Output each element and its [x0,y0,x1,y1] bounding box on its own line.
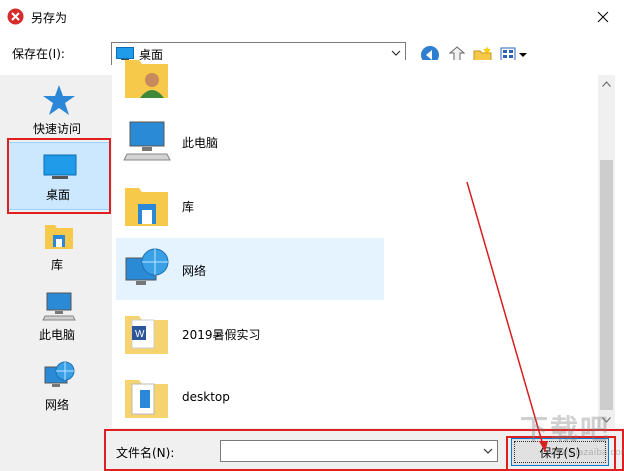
scroll-up-button[interactable] [598,75,615,92]
library-icon [45,225,73,249]
star-icon [43,85,75,115]
file-name: 此电脑 [182,136,219,150]
network-icon [44,361,75,387]
computer-icon [42,292,76,321]
place-this-pc[interactable]: 此电脑 [7,283,110,351]
list-item[interactable]: 库 [116,174,384,236]
list-item[interactable] [116,60,384,108]
network-icon [125,248,169,285]
file-name: 网络 [182,264,207,278]
scroll-thumb[interactable] [600,160,613,410]
document-folder-icon [125,380,168,418]
svg-text:W: W [135,329,145,340]
window-title: 另存为 [31,11,68,25]
chevron-down-icon [391,50,401,56]
places-bar: 快速访问 桌面 库 此电脑 网络 [0,75,112,428]
file-name: 2019暑假实习 [182,328,261,342]
list-item[interactable]: W 2019暑假实习 [116,302,384,364]
app-logo-icon [7,8,24,25]
user-folder-icon [125,60,168,98]
place-network[interactable]: 网络 [7,353,110,421]
watermark-url: www.xiazaiba.com [546,448,624,458]
close-button[interactable] [582,0,624,33]
close-icon [597,11,609,22]
file-name: 库 [182,200,195,214]
file-list[interactable]: 此电脑 库 网络 W 2019暑假实习 desktop [112,60,598,428]
place-label: 网络 [44,398,69,412]
list-item[interactable]: 网络 [116,238,384,300]
place-label: 库 [50,258,63,272]
list-item[interactable]: 此电脑 [116,110,384,172]
list-item[interactable]: desktop [116,366,384,428]
save-in-label: 保存在(I): [12,47,65,61]
computer-icon [123,121,171,161]
place-quick-access[interactable]: 快速访问 [7,77,110,145]
library-icon [125,188,168,226]
desktop-icon [116,47,134,61]
desktop-highlight-box [7,138,111,214]
watermark-logo: 下载吧 [520,413,611,446]
place-library[interactable]: 库 [7,213,110,281]
file-name: desktop [182,390,230,404]
vertical-scrollbar[interactable] [598,75,615,428]
chevron-up-icon [602,80,611,87]
place-label: 此电脑 [38,328,75,342]
word-folder-icon: W [125,316,168,354]
place-label: 快速访问 [32,122,81,136]
title-bar: 另存为 [0,0,624,33]
